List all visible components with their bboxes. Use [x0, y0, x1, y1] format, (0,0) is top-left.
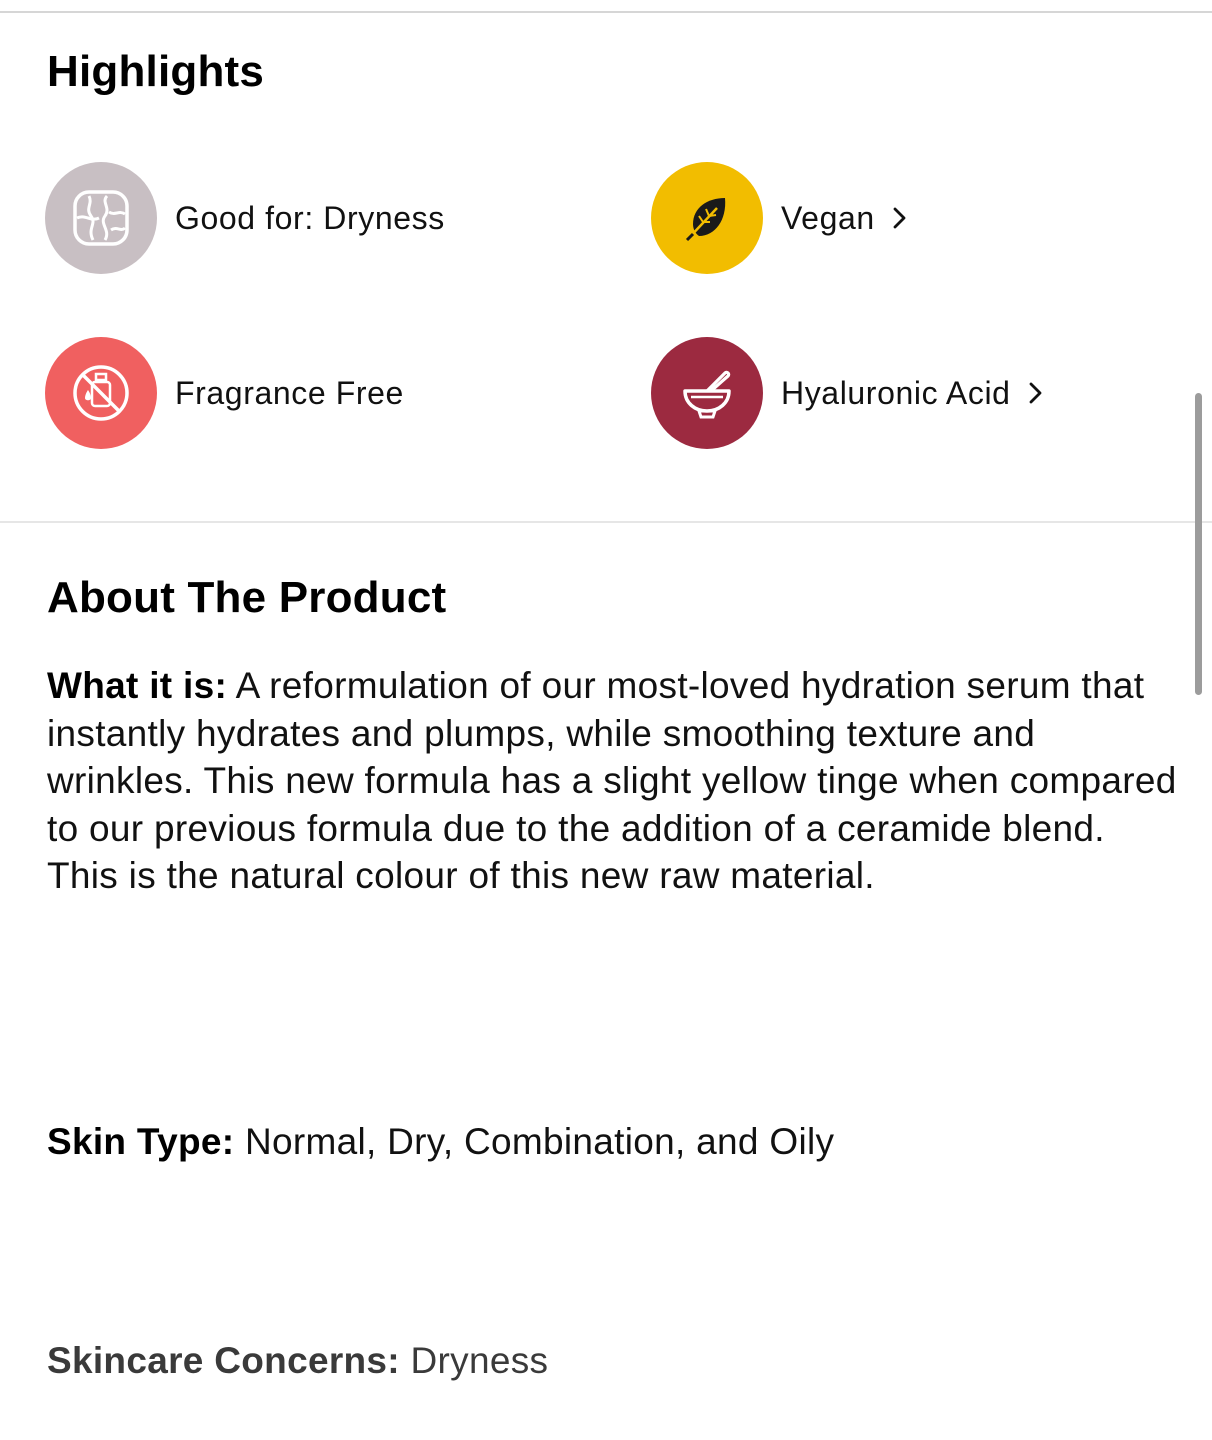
highlight-fragrance-free: Fragrance Free	[45, 336, 404, 450]
skin-type-paragraph: Skin Type: Normal, Dry, Combination, and…	[47, 1118, 1177, 1166]
highlight-label: Good for: Dryness	[175, 199, 445, 236]
skin-type-text: Normal, Dry, Combination, and Oily	[234, 1121, 835, 1162]
highlight-vegan[interactable]: Vegan	[651, 161, 909, 275]
highlight-good-for-dryness: Good for: Dryness	[45, 161, 445, 275]
vertical-scrollbar[interactable]	[1195, 393, 1202, 695]
what-it-is-paragraph: What it is: A reformulation of our most-…	[47, 662, 1177, 900]
about-product-title: About The Product	[47, 573, 447, 622]
highlight-label: Fragrance Free	[175, 374, 404, 411]
skincare-concerns-paragraph: Skincare Concerns: Dryness	[47, 1337, 1177, 1385]
highlights-title: Highlights	[47, 47, 265, 96]
mortar-pestle-icon	[651, 337, 763, 449]
chevron-right-icon	[1029, 381, 1045, 405]
highlight-label: Vegan	[781, 199, 875, 236]
skincare-concerns-label: Skincare Concerns:	[47, 1340, 400, 1381]
leaf-icon	[651, 162, 763, 274]
highlight-hyaluronic-acid[interactable]: Hyaluronic Acid	[651, 336, 1045, 450]
section-divider	[0, 521, 1212, 523]
highlight-label: Hyaluronic Acid	[781, 374, 1011, 411]
skin-type-label: Skin Type:	[47, 1121, 235, 1162]
product-details-page: Highlights Good for: Dryness Vegan Fragr…	[0, 0, 1212, 1440]
skin-texture-icon	[45, 162, 157, 274]
skincare-concerns-text: Dryness	[399, 1340, 549, 1381]
chevron-right-icon	[893, 206, 909, 230]
top-divider	[0, 11, 1212, 13]
no-fragrance-icon	[45, 337, 157, 449]
what-it-is-label: What it is:	[47, 665, 228, 706]
